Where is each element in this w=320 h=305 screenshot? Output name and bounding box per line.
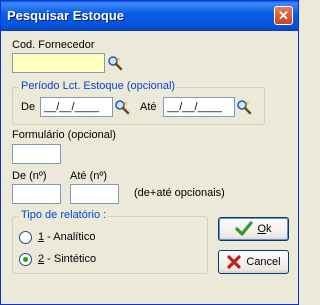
number-range-note: (de+até opcionais) bbox=[134, 187, 225, 199]
form-input[interactable] bbox=[12, 144, 61, 164]
radio-selected-dot bbox=[23, 257, 28, 262]
period-to-input[interactable] bbox=[163, 97, 235, 117]
close-icon: ✕ bbox=[278, 8, 289, 23]
title-bar[interactable]: Pesquisar Estoque ✕ bbox=[1, 1, 298, 31]
analitico-text: - Analítico bbox=[44, 231, 96, 243]
form-label: Formulário (opcional) bbox=[12, 129, 116, 141]
checkmark-icon bbox=[235, 221, 254, 236]
close-button[interactable]: ✕ bbox=[274, 6, 293, 25]
report-type-analitico-option[interactable]: 1 - Analítico bbox=[19, 230, 159, 246]
number-from-label: De (nº) bbox=[12, 170, 47, 182]
period-group-title: Período Lct. Estoque (opcional) bbox=[19, 80, 178, 92]
dialog-body: Cod. Fornecedor Período Lct. Estoque (op… bbox=[4, 31, 295, 302]
radio-sintetico[interactable] bbox=[19, 253, 32, 266]
period-from-input[interactable] bbox=[40, 97, 113, 117]
period-from-label: De bbox=[21, 101, 36, 113]
ok-label: Ok bbox=[257, 223, 271, 235]
supplier-code-input[interactable] bbox=[12, 53, 105, 73]
cancel-button[interactable]: Cancel bbox=[218, 250, 289, 274]
dialog-window: Pesquisar Estoque ✕ Cod. Fornecedor Perí… bbox=[0, 0, 299, 305]
supplier-code-label: Cod. Fornecedor bbox=[12, 39, 95, 51]
period-group: Período Lct. Estoque (opcional) De Até bbox=[12, 80, 265, 125]
number-to-input[interactable] bbox=[70, 184, 119, 204]
ok-accel-key: O bbox=[257, 223, 267, 235]
sintetico-text: - Sintético bbox=[44, 253, 97, 265]
radio-analitico[interactable] bbox=[19, 231, 32, 244]
number-from-input[interactable] bbox=[12, 184, 61, 204]
period-to-calendar-icon[interactable] bbox=[236, 99, 252, 115]
sintetico-label: 2 - Sintético bbox=[38, 253, 96, 265]
period-to-label: Até bbox=[140, 101, 157, 113]
number-to-label: Até (nº) bbox=[70, 170, 108, 182]
report-type-group: Tipo de relatório : 1 - Analítico 2 - Si… bbox=[12, 209, 208, 274]
cancel-x-icon bbox=[227, 255, 241, 269]
cancel-label: Cancel bbox=[246, 256, 281, 268]
report-type-sintetico-option[interactable]: 2 - Sintético bbox=[19, 252, 159, 268]
supplier-lookup-icon[interactable] bbox=[107, 55, 123, 71]
window-title: Pesquisar Estoque bbox=[7, 8, 125, 23]
analitico-label: 1 - Analítico bbox=[38, 231, 95, 243]
report-type-group-title: Tipo de relatório : bbox=[19, 209, 109, 221]
ok-button[interactable]: Ok bbox=[218, 217, 289, 241]
ok-text: k bbox=[266, 223, 272, 235]
period-from-calendar-icon[interactable] bbox=[114, 99, 130, 115]
